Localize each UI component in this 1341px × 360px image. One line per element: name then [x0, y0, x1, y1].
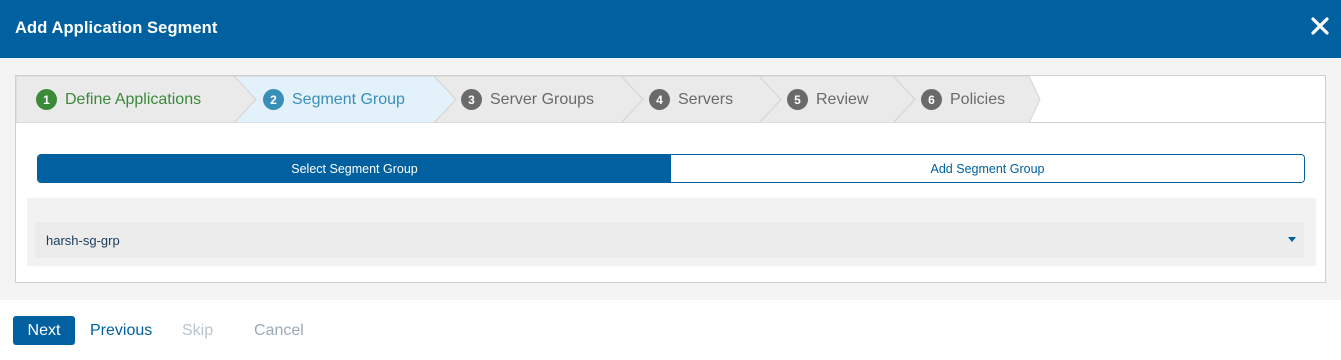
step-label: Server Groups: [490, 90, 595, 108]
dialog-body: 1 Define Applications 2 Segment Group 3 …: [0, 58, 1341, 300]
step-server-groups[interactable]: 3 Server Groups: [461, 76, 594, 123]
previous-button[interactable]: Previous: [90, 316, 152, 345]
dialog-header: Add Application Segment: [0, 0, 1341, 58]
step-number: 6: [921, 89, 942, 110]
step-number: 3: [461, 89, 482, 110]
step-label: Review: [816, 90, 869, 108]
step-label: Segment Group: [292, 90, 405, 108]
wizard-panel: 1 Define Applications 2 Segment Group 3 …: [15, 75, 1326, 283]
dialog-footer: Next Previous Skip Cancel: [0, 300, 1341, 360]
step-number: 5: [787, 89, 808, 110]
step-number: 1: [36, 89, 57, 110]
next-button[interactable]: Next: [13, 316, 75, 345]
step-segment-group[interactable]: 2 Segment Group: [263, 76, 405, 123]
close-icon[interactable]: [1309, 15, 1331, 37]
add-segment-group-tab[interactable]: Add Segment Group: [671, 155, 1304, 182]
segment-group-toggle: Select Segment Group Add Segment Group: [37, 154, 1305, 183]
step-label: Define Applications: [65, 90, 202, 108]
skip-button[interactable]: Skip: [182, 316, 213, 345]
step-servers[interactable]: 4 Servers: [649, 76, 733, 123]
wizard-steps: 1 Define Applications 2 Segment Group 3 …: [16, 76, 1325, 123]
step-number: 4: [649, 89, 670, 110]
step-define-applications[interactable]: 1 Define Applications: [36, 76, 201, 123]
caret-down-icon: [1288, 237, 1296, 242]
select-segment-group-tab[interactable]: Select Segment Group: [38, 155, 671, 182]
step-policies[interactable]: 6 Policies: [921, 76, 1005, 123]
step-number: 2: [263, 89, 284, 110]
segment-group-select-container: harsh-sg-grp: [27, 198, 1316, 266]
dialog-title: Add Application Segment: [15, 19, 218, 37]
step-label: Policies: [950, 90, 1006, 108]
segment-group-selected-value: harsh-sg-grp: [46, 232, 120, 248]
step-label: Servers: [678, 90, 734, 108]
step-review[interactable]: 5 Review: [787, 76, 868, 123]
segment-group-dropdown[interactable]: harsh-sg-grp: [35, 222, 1304, 258]
cancel-button[interactable]: Cancel: [254, 316, 304, 345]
